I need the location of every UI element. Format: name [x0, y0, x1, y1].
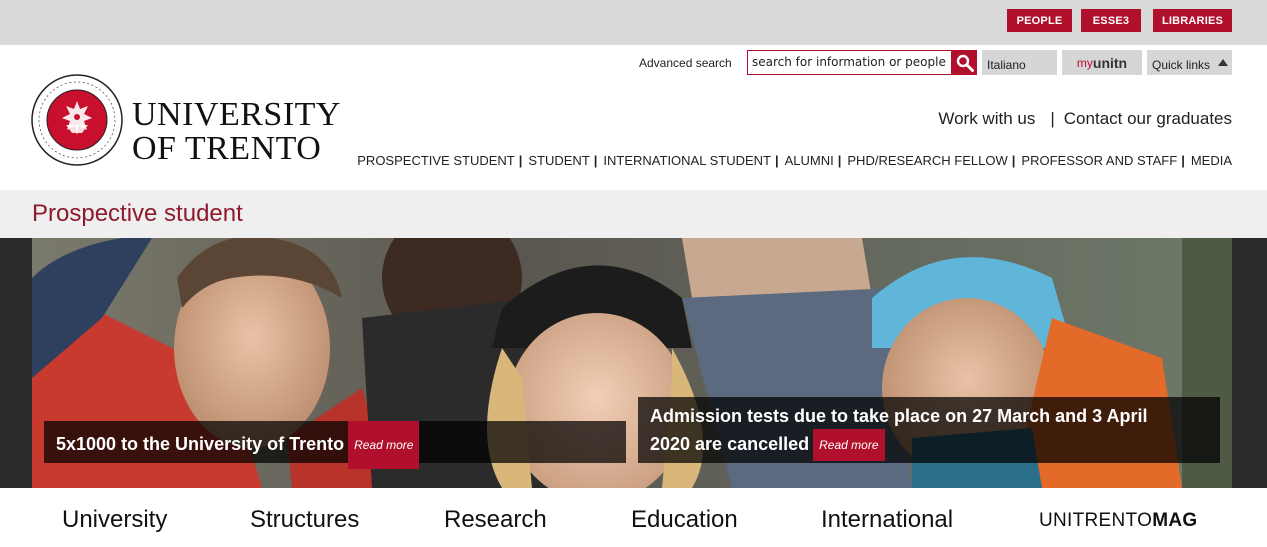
triangle-up-icon: [1218, 59, 1228, 66]
hero-caption-admission-tests[interactable]: Admission tests due to take place on 27 …: [638, 397, 1220, 463]
bottom-nav-education[interactable]: Education: [631, 506, 738, 534]
brand-line-1: UNIVERSITY: [132, 96, 341, 133]
advanced-search-link[interactable]: Advanced search: [639, 56, 732, 70]
main-navigation: PROSPECTIVE STUDENT | STUDENT | INTERNATIO…: [357, 153, 1232, 168]
language-selector[interactable]: Italiano: [982, 50, 1057, 75]
myunitn-suffix: unitn: [1092, 54, 1128, 71]
hero-caption-5x1000-text: 5x1000 to the University of Trento: [56, 433, 345, 454]
quick-links-dropdown[interactable]: Quick links: [1147, 50, 1232, 75]
read-more-button[interactable]: Read more: [348, 421, 420, 469]
search-input[interactable]: search for information or people: [747, 50, 952, 75]
university-wordmark[interactable]: UNIVERSITY OF TRENTO: [132, 98, 341, 166]
bottom-nav-structures[interactable]: Structures: [250, 506, 359, 534]
nav-prospective-student[interactable]: PROSPECTIVE STUDENT: [357, 153, 514, 168]
people-button[interactable]: PEOPLE: [1007, 9, 1072, 32]
nav-international-student[interactable]: INTERNATIONAL STUDENT: [603, 153, 771, 168]
bottom-nav-international[interactable]: International: [821, 506, 953, 534]
myunitn-button[interactable]: my unitn: [1062, 50, 1142, 75]
section-header: Prospective student: [0, 190, 1267, 238]
nav-media[interactable]: MEDIA: [1191, 153, 1232, 168]
hero-caption-admission-line2: 2020 are cancelled: [650, 433, 810, 454]
unitrento-mag-link[interactable]: UNITRENTOMAG: [1039, 510, 1197, 532]
search-button[interactable]: [952, 50, 977, 75]
bottom-navigation: University Structures Research Education…: [0, 488, 1267, 547]
nav-student[interactable]: STUDENT: [528, 153, 589, 168]
work-with-us-link[interactable]: Work with us: [938, 109, 1035, 129]
esse3-button[interactable]: ESSE3: [1081, 9, 1141, 32]
contact-graduates-link[interactable]: Contact our graduates: [1064, 109, 1232, 129]
hero-caption-5x1000[interactable]: 5x1000 to the University of Trento Read m…: [44, 421, 626, 469]
hero-carousel: 5x1000 to the University of Trento Read m…: [0, 238, 1267, 488]
mag-bold-text: MAG: [1152, 510, 1198, 531]
hero-caption-admission-line1: Admission tests due to take place on 27 …: [650, 406, 1148, 426]
header-links-separator: |: [1050, 109, 1055, 128]
mag-light-text: UNITRENTO: [1039, 510, 1153, 531]
top-utility-bar: PEOPLE ESSE3 LIBRARIES: [0, 0, 1267, 45]
read-more-button[interactable]: Read more: [813, 429, 885, 461]
search-icon: [956, 54, 974, 72]
nav-professor-and-staff[interactable]: PROFESSOR AND STAFF: [1021, 153, 1177, 168]
nav-alumni[interactable]: ALUMNI: [785, 153, 834, 168]
myunitn-prefix: my: [1076, 55, 1093, 70]
bottom-nav-university[interactable]: University: [62, 506, 167, 534]
brand-line-2: OF TRENTO: [132, 130, 322, 167]
header-links: Work with us | Contact our graduates: [938, 109, 1232, 129]
quick-links-label: Quick links: [1152, 58, 1211, 72]
libraries-button[interactable]: LIBRARIES: [1153, 9, 1232, 32]
page-title: Prospective student: [32, 200, 243, 227]
nav-phd-research-fellow[interactable]: PHD/RESEARCH FELLOW: [847, 153, 1007, 168]
university-seal-logo[interactable]: [30, 73, 124, 167]
bottom-nav-research[interactable]: Research: [444, 506, 547, 534]
